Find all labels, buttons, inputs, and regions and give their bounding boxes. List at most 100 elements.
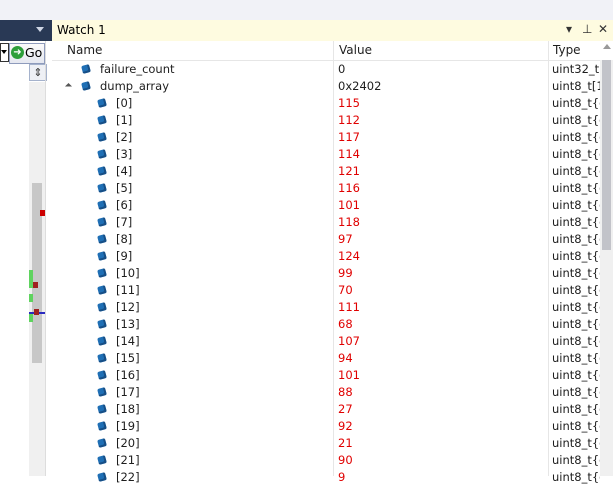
watch-row-value[interactable]: 115 xyxy=(338,95,543,112)
watch-row[interactable]: [5]116uint8_t{c xyxy=(52,180,600,197)
watch-row[interactable]: [1]112uint8_t{c xyxy=(52,112,600,129)
watch-row-value[interactable]: 21 xyxy=(338,435,543,452)
go-button[interactable]: ➜ Go xyxy=(9,43,45,64)
watch-row-type: uint32_t{ xyxy=(552,62,600,76)
watch-row[interactable]: dump_array 0x2402 uint8_t[1 xyxy=(52,78,600,95)
variable-type-icon xyxy=(97,200,107,210)
watch-row[interactable]: [15]94uint8_t{c xyxy=(52,350,600,367)
watch-row-value[interactable]: 117 xyxy=(338,129,543,146)
watch-row-type: uint8_t{c xyxy=(552,385,600,399)
watch-row[interactable]: [21]90uint8_t{c xyxy=(52,452,600,469)
watch-row-value[interactable]: 97 xyxy=(338,231,543,248)
variable-type-icon xyxy=(97,115,107,125)
watch-row[interactable]: [0]115uint8_t{c xyxy=(52,95,600,112)
watch-row-type: uint8_t{c xyxy=(552,351,600,365)
watch-row-value[interactable]: 99 xyxy=(338,265,543,282)
watch-row[interactable]: [12]111uint8_t{c xyxy=(52,299,600,316)
watch-row-type: uint8_t{c xyxy=(552,283,600,297)
watch-row-value[interactable]: 121 xyxy=(338,163,543,180)
watch-row[interactable]: failure_count 0 uint32_t{ xyxy=(52,61,600,78)
watch-row[interactable]: [2]117uint8_t{c xyxy=(52,129,600,146)
column-header-name[interactable]: Name xyxy=(67,41,102,60)
watch-row-value[interactable]: 9 xyxy=(338,469,543,486)
variable-type-icon xyxy=(97,183,107,193)
watch-row[interactable]: [22]9uint8_t{c xyxy=(52,469,600,486)
marker-green xyxy=(29,314,33,322)
variable-type-icon xyxy=(97,404,107,414)
window-menu-icon[interactable]: ▾ xyxy=(566,22,572,36)
expand-collapse-icon[interactable] xyxy=(64,82,73,91)
watch-row[interactable]: [6]101uint8_t{c xyxy=(52,197,600,214)
watch-row-type: uint8_t{c xyxy=(552,215,600,229)
watch-row[interactable]: [13]68uint8_t{c xyxy=(52,316,600,333)
watch-row-type: uint8_t{c xyxy=(552,198,600,212)
watch-row[interactable]: [14]107uint8_t{c xyxy=(52,333,600,350)
watch-window-title: Watch 1 xyxy=(57,23,106,37)
watch-row-value[interactable]: 27 xyxy=(338,401,543,418)
watch-row-type: uint8_t[1 xyxy=(552,79,600,93)
watch-row-type: uint8_t{c xyxy=(552,419,600,433)
watch-row-value[interactable]: 68 xyxy=(338,316,543,333)
watch-row[interactable]: [11]70uint8_t{c xyxy=(52,282,600,299)
variable-type-icon xyxy=(97,149,107,159)
close-icon[interactable]: ✕ xyxy=(598,22,608,36)
watch-row-value[interactable]: 90 xyxy=(338,452,543,469)
watch-row-value[interactable]: 0x2402 xyxy=(338,78,543,95)
variable-type-icon xyxy=(97,251,107,261)
watch-row-type: uint8_t{c xyxy=(552,266,600,280)
top-toolbar-strip xyxy=(0,0,613,20)
variable-type-icon xyxy=(97,285,107,295)
scroll-up-arrow-icon[interactable] xyxy=(603,44,611,49)
watch-row-value[interactable]: 107 xyxy=(338,333,543,350)
watch-row[interactable]: [18]27uint8_t{c xyxy=(52,401,600,418)
variable-type-icon xyxy=(97,319,107,329)
watch-row[interactable]: [19]92uint8_t{c xyxy=(52,418,600,435)
watch-row-value[interactable]: 124 xyxy=(338,248,543,265)
watch-row[interactable]: [16]101uint8_t{c xyxy=(52,367,600,384)
watch-row-value[interactable]: 94 xyxy=(338,350,543,367)
watch-row[interactable]: [4]121uint8_t{c xyxy=(52,163,600,180)
watch-row-value[interactable]: 70 xyxy=(338,282,543,299)
column-header-value[interactable]: Value xyxy=(339,41,372,60)
variable-type-icon xyxy=(97,217,107,227)
go-arrow-icon: ➜ xyxy=(11,46,24,59)
variable-type-icon xyxy=(97,234,107,244)
watch-window-titlebar: Watch 1 ▾ ⊥ ✕ xyxy=(52,20,613,42)
watch-row-type: uint8_t{c xyxy=(552,436,600,450)
watch-row[interactable]: [8]97uint8_t{c xyxy=(52,231,600,248)
watch-row[interactable]: [17]88uint8_t{c xyxy=(52,384,600,401)
watch-row[interactable]: [9]124uint8_t{c xyxy=(52,248,600,265)
variable-type-icon xyxy=(97,336,107,346)
variable-type-icon xyxy=(97,268,107,278)
watch-row[interactable]: [10]99uint8_t{c xyxy=(52,265,600,282)
watch-row-value[interactable]: 101 xyxy=(338,367,543,384)
watch-row-value[interactable]: 112 xyxy=(338,112,543,129)
watch-row-value[interactable]: 111 xyxy=(338,299,543,316)
watch-scrollbar-thumb[interactable] xyxy=(602,60,611,250)
column-header-type[interactable]: Type xyxy=(553,41,581,60)
chevron-down-icon[interactable] xyxy=(36,27,44,32)
watch-row-value[interactable]: 88 xyxy=(338,384,543,401)
variable-type-icon xyxy=(97,421,107,431)
watch-row-value[interactable]: 116 xyxy=(338,180,543,197)
watch-row-value[interactable]: 118 xyxy=(338,214,543,231)
watch-row[interactable]: [7]118uint8_t{c xyxy=(52,214,600,231)
watch-row[interactable]: [3]114uint8_t{c xyxy=(52,146,600,163)
watch-row-value[interactable]: 114 xyxy=(338,146,543,163)
variable-type-icon xyxy=(81,81,91,91)
marker-green xyxy=(29,294,33,302)
dropdown-combo[interactable] xyxy=(0,43,9,62)
watch-row[interactable]: [20]21uint8_t{c xyxy=(52,435,600,452)
variable-type-icon xyxy=(97,98,107,108)
watch-row-type: uint8_t{c xyxy=(552,96,600,110)
panel-divider xyxy=(45,41,46,476)
watch-row-value[interactable]: 101 xyxy=(338,197,543,214)
watch-row-type: uint8_t{c xyxy=(552,470,600,484)
variable-type-icon xyxy=(97,455,107,465)
variable-type-icon xyxy=(97,387,107,397)
watch-row-value[interactable]: 92 xyxy=(338,418,543,435)
variable-type-icon xyxy=(97,353,107,363)
watch-row-type: uint8_t{c xyxy=(552,147,600,161)
watch-row-value[interactable]: 0 xyxy=(338,61,543,78)
pin-icon[interactable]: ⊥ xyxy=(582,22,592,36)
